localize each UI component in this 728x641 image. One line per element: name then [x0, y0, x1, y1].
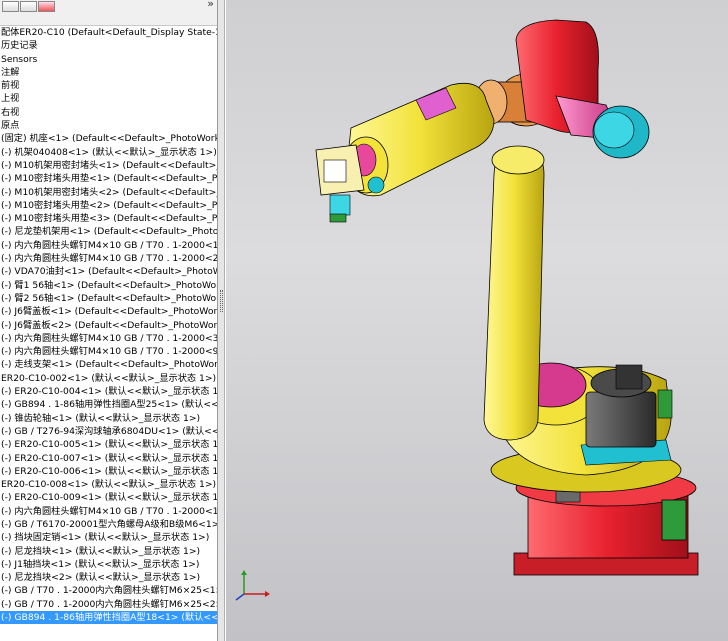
- tree-item[interactable]: (-) ER20-C10-005<1> (默认<<默认>_显示状态 1>: [0, 438, 217, 451]
- tree-item[interactable]: (-) M10密封堵头用垫<1> (Default<<Default>_Pho: [0, 172, 217, 185]
- tree-item[interactable]: (-) 内六角圆柱头螺钉M4×10 GB / T70 . 1-2000<1: [0, 239, 217, 252]
- feature-tree-toolbar: »: [0, 0, 217, 26]
- tree-item[interactable]: (-) GB894 . 1-86轴用弹性挡圈A型18<1> (默认<<默: [0, 611, 217, 625]
- feature-manager-tab-icon[interactable]: [2, 1, 19, 12]
- tree-item[interactable]: 注解: [0, 66, 217, 79]
- tree-item[interactable]: (-) 臂2 56轴<1> (Default<<Default>_PhotoWo…: [0, 292, 217, 305]
- tree-item[interactable]: (-) 尼龙挡块<1> (默认<<默认>_显示状态 1>): [0, 545, 217, 558]
- tree-item[interactable]: (-) 锥齿轮轴<1> (默认<<默认>_显示状态 1>): [0, 412, 217, 425]
- tree-item[interactable]: Sensors: [0, 53, 217, 66]
- graphics-viewport[interactable]: [226, 0, 728, 641]
- tree-item[interactable]: (-) GB / T70 . 1-2000内六角圆柱头螺钉M6×25<2>: [0, 598, 217, 611]
- tree-item[interactable]: (-) 内六角圆柱头螺钉M4×10 GB / T70 . 1-2000<3: [0, 332, 217, 345]
- tree-item[interactable]: (-) M10机架用密封堵头<2> (Default<<Default>_F: [0, 186, 217, 199]
- tree-item[interactable]: (固定) 机座<1> (Default<<Default>_PhotoWorks: [0, 132, 217, 145]
- tree-item[interactable]: (-) 内六角圆柱头螺钉M4×10 GB / T70 . 1-2000<2: [0, 252, 217, 265]
- tree-item[interactable]: 配体ER20-C10 (Default<Default_Display Stat…: [0, 26, 217, 39]
- tree-item[interactable]: (-) 尼龙挡块<2> (默认<<默认>_显示状态 1>): [0, 571, 217, 584]
- feature-tree-panel: » 配体ER20-C10 (Default<Default_Display St…: [0, 0, 218, 641]
- tree-item[interactable]: ER20-C10-008<1> (默认<<默认>_显示状态 1>): [0, 478, 217, 491]
- tree-item[interactable]: (-) 臂1 56轴<1> (Default<<Default>_PhotoWo…: [0, 279, 217, 292]
- property-manager-tab-icon[interactable]: [20, 1, 37, 12]
- tree-item[interactable]: (-) J1轴挡块<1> (默认<<默认>_显示状态 1>): [0, 558, 217, 571]
- tree-item[interactable]: (-) VDA70油封<1> (Default<<Default>_PhotoW…: [0, 265, 217, 278]
- axis-triad-icon: [235, 570, 270, 601]
- tree-item[interactable]: (-) ER20-C10-004<1> (默认<<默认>_显示状态 1>: [0, 385, 217, 398]
- tree-item[interactable]: (-) 尼龙垫机架用<1> (Default<<Default>_PhotoW: [0, 225, 217, 238]
- feature-tree-list: 配体ER20-C10 (Default<Default_Display Stat…: [0, 26, 217, 625]
- tree-item[interactable]: (-) ER20-C10-009<1> (默认<<默认>_显示状态 1>: [0, 491, 217, 504]
- tree-item[interactable]: 右视: [0, 106, 217, 119]
- expand-tabs-icon[interactable]: »: [207, 0, 214, 10]
- tree-item[interactable]: (-) J6臂盖板<1> (Default<<Default>_PhotoWor…: [0, 305, 217, 318]
- tree-item[interactable]: (-) GB / T6170-20001型六角螺母A级和B级M6<1>: [0, 518, 217, 531]
- display-manager-tab-icon[interactable]: [38, 1, 55, 12]
- tree-item[interactable]: (-) GB894 . 1-86轴用弹性挡圈A型25<1> (默认<<默: [0, 398, 217, 411]
- tree-item[interactable]: (-) 挡块固定销<1> (默认<<默认>_显示状态 1>): [0, 531, 217, 544]
- tree-item[interactable]: (-) M10密封堵头用垫<3> (Default<<Default>_Pho: [0, 212, 217, 225]
- tree-item[interactable]: (-) 走线支架<1> (Default<<Default>_PhotoWork: [0, 358, 217, 371]
- tree-item[interactable]: (-) 机架040408<1> (默认<<默认>_显示状态 1>): [0, 146, 217, 159]
- tree-item[interactable]: (-) GB / T276-94深沟球轴承6804DU<1> (默认<<默: [0, 425, 217, 438]
- tree-item[interactable]: (-) 内六角圆柱头螺钉M4×10 GB / T70 . 1-2000<9: [0, 345, 217, 358]
- tree-item[interactable]: ER20-C10-002<1> (默认<<默认>_显示状态 1>): [0, 372, 217, 385]
- tree-item[interactable]: (-) J6臂盖板<2> (Default<<Default>_PhotoWor…: [0, 319, 217, 332]
- tree-item[interactable]: (-) M10机架用密封堵头<1> (Default<<Default>_F: [0, 159, 217, 172]
- tree-item[interactable]: (-) M10密封堵头用垫<2> (Default<<Default>_Pho: [0, 199, 217, 212]
- tree-item[interactable]: (-) GB / T70 . 1-2000内六角圆柱头螺钉M6×25<1>: [0, 584, 217, 597]
- industrial-robot-arm-model[interactable]: [226, 0, 728, 641]
- tree-item[interactable]: 上视: [0, 92, 217, 105]
- panel-splitter[interactable]: [218, 0, 225, 641]
- splitter-grip-icon[interactable]: [220, 290, 223, 312]
- tree-item[interactable]: (-) ER20-C10-007<1> (默认<<默认>_显示状态 1>: [0, 452, 217, 465]
- tree-item[interactable]: (-) ER20-C10-006<1> (默认<<默认>_显示状态 1>: [0, 465, 217, 478]
- tree-item[interactable]: (-) 内六角圆柱头螺钉M4×10 GB / T70 . 1-2000<1!: [0, 505, 217, 518]
- tree-item[interactable]: 前视: [0, 79, 217, 92]
- tree-item[interactable]: 原点: [0, 119, 217, 132]
- tree-item[interactable]: 历史记录: [0, 39, 217, 52]
